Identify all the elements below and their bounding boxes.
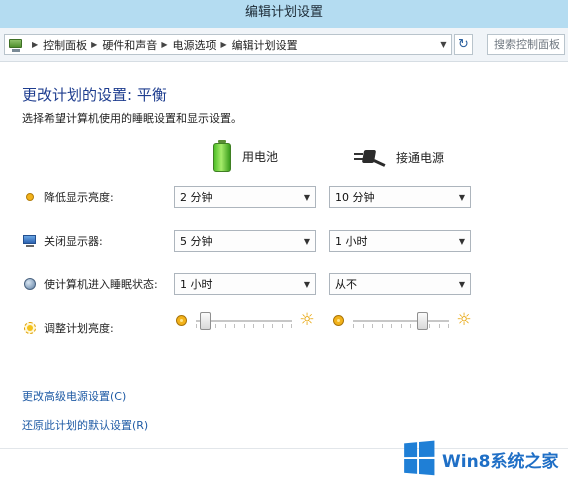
title-bar: 编辑计划设置 [0, 0, 568, 28]
slider-tick [272, 324, 273, 328]
slider-tick [438, 324, 440, 328]
slider-tick [253, 324, 254, 328]
address-bar[interactable]: ▶ 控制面板 ▶ 硬件和声音 ▶ 电源选项 ▶ 编辑计划设置 ▼ [4, 34, 452, 55]
breadcrumb-root-separator[interactable]: ▶ [28, 40, 43, 49]
breadcrumb-item-control-panel[interactable]: 控制面板 ▶ [43, 37, 102, 53]
slider-tick [410, 324, 411, 328]
slider-thumb[interactable] [416, 312, 428, 330]
breadcrumb-item-hardware-sound[interactable]: 硬件和声音 ▶ [102, 37, 172, 53]
turn-off-display-battery-select[interactable]: 5 分钟 ▼ [174, 230, 316, 252]
address-dropdown-button[interactable]: ▼ [435, 35, 451, 54]
slider-tick [234, 324, 235, 328]
slider-tick [243, 324, 245, 328]
monitor-icon [22, 233, 38, 249]
chevron-down-icon: ▼ [303, 236, 310, 246]
setting-label: 调整计划亮度: [44, 322, 114, 335]
sleep-plugged-select[interactable]: 从不 ▼ [329, 273, 471, 295]
dim-brightness-icon [176, 315, 187, 326]
slider-tick [262, 324, 264, 328]
slider-tick [391, 324, 392, 328]
setting-label: 关闭显示器: [44, 235, 103, 248]
setting-turn-off-display: 关闭显示器: [22, 233, 162, 249]
chevron-right-icon: ▶ [220, 40, 227, 49]
chevron-down-icon: ▼ [458, 279, 465, 289]
dim-brightness-icon [22, 189, 38, 205]
slider-tick [362, 324, 364, 328]
slider-tick [224, 324, 226, 328]
slider-tick [281, 324, 283, 328]
bright-sun-icon: ☼ [456, 310, 472, 330]
power-plug-icon [354, 146, 386, 168]
slider-tick [400, 324, 402, 328]
chevron-right-icon: ▶ [161, 40, 168, 49]
chevron-right-icon: ▶ [91, 40, 98, 49]
page-subtitle: 选择希望计算机使用的睡眠设置和显示设置。 [22, 112, 242, 125]
chevron-down-icon: ▼ [458, 236, 465, 246]
control-panel-icon [8, 38, 24, 52]
slider-tick [381, 324, 383, 328]
bright-sun-icon: ☼ [299, 310, 315, 330]
setting-brightness: 调整计划亮度: [22, 320, 162, 336]
breadcrumb-item-power-options[interactable]: 电源选项 ▶ [172, 37, 231, 53]
window-title: 编辑计划设置 [244, 5, 323, 20]
battery-icon [212, 140, 232, 172]
slider-track [353, 320, 449, 322]
slider-thumb[interactable] [200, 312, 212, 330]
sleep-moon-icon [22, 276, 38, 292]
refresh-icon: ↻ [458, 37, 469, 52]
column-header-battery: 用电池 [212, 140, 278, 172]
dim-display-battery-select[interactable]: 2 分钟 ▼ [174, 186, 316, 208]
refresh-button[interactable]: ↻ [454, 34, 473, 55]
column-header-plugged-in: 接通电源 [354, 146, 444, 168]
chevron-down-icon: ▼ [303, 192, 310, 202]
brightness-sun-icon [22, 320, 38, 336]
setting-label: 使计算机进入睡眠状态: [44, 278, 158, 291]
address-row: ▶ 控制面板 ▶ 硬件和声音 ▶ 电源选项 ▶ 编辑计划设置 ▼ ↻ 搜索控制面板 [0, 28, 568, 62]
chevron-down-icon: ▼ [458, 192, 465, 202]
slider-tick [448, 324, 449, 328]
slider-tick [215, 324, 216, 328]
slider-tick [196, 324, 197, 328]
search-input[interactable]: 搜索控制面板 [487, 34, 565, 55]
chevron-right-icon: ▶ [32, 40, 39, 49]
setting-dim-display: 降低显示亮度: [22, 189, 162, 205]
brightness-battery-slider[interactable]: ☼ [176, 309, 318, 333]
dim-display-plugged-select[interactable]: 10 分钟 ▼ [329, 186, 471, 208]
page-title: 更改计划的设置: 平衡 [22, 86, 167, 104]
slider-tick [372, 324, 373, 328]
chevron-down-icon: ▼ [303, 279, 310, 289]
brightness-plugged-slider[interactable]: ☼ [333, 309, 475, 333]
windows-logo-icon [404, 440, 437, 477]
slider-tick [429, 324, 430, 328]
turn-off-display-plugged-select[interactable]: 1 小时 ▼ [329, 230, 471, 252]
dim-brightness-icon [333, 315, 344, 326]
slider-tick [353, 324, 354, 328]
chevron-down-icon: ▼ [440, 40, 447, 49]
watermark: Win8系统之家 [402, 440, 559, 477]
watermark-text: Win8系统之家 [442, 451, 559, 472]
advanced-power-settings-link[interactable]: 更改高级电源设置(C) [22, 388, 126, 404]
setting-label: 降低显示亮度: [44, 191, 114, 204]
breadcrumb-item-edit-plan[interactable]: 编辑计划设置 [232, 37, 298, 53]
setting-sleep: 使计算机进入睡眠状态: [22, 276, 172, 292]
sleep-battery-select[interactable]: 1 小时 ▼ [174, 273, 316, 295]
breadcrumb: ▶ 控制面板 ▶ 硬件和声音 ▶ 电源选项 ▶ 编辑计划设置 [28, 37, 435, 53]
restore-defaults-link[interactable]: 还原此计划的默认设置(R) [22, 417, 148, 433]
slider-tick [291, 324, 292, 328]
